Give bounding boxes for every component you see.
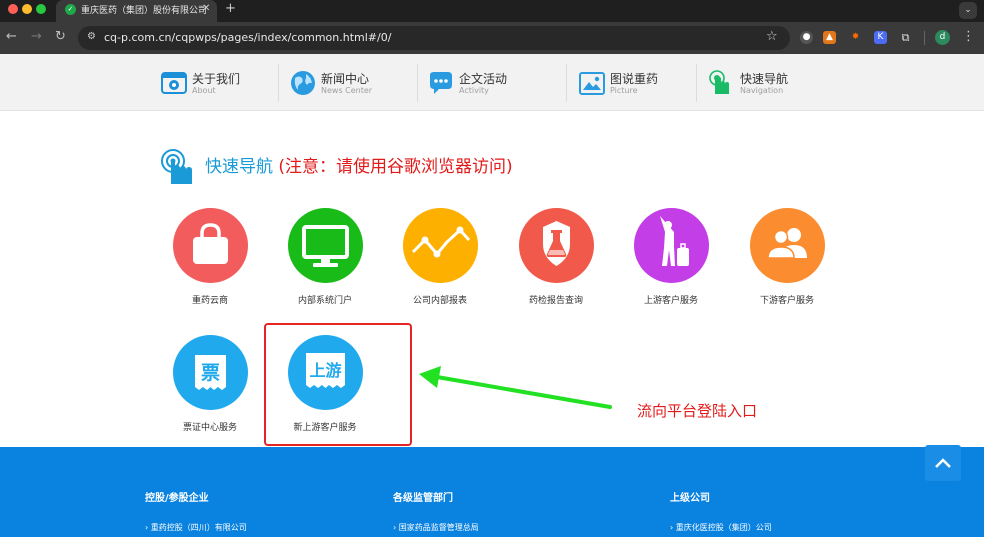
monitor-icon xyxy=(302,225,349,267)
zoom-window-button[interactable] xyxy=(36,4,46,14)
service-label[interactable]: 重药云商 xyxy=(152,293,268,306)
annotation-label: 流向平台登陆入口 xyxy=(637,402,758,420)
url-text[interactable]: cq-p.com.cn/cqpwps/pages/index/common.ht… xyxy=(104,31,391,44)
about-icon xyxy=(161,72,187,94)
service-label[interactable]: 公司内部报表 xyxy=(382,293,498,306)
site-favicon-icon: ✓ xyxy=(65,4,76,15)
bookmark-star-icon[interactable]: ☆ xyxy=(766,29,778,44)
star-extension-icon[interactable]: ✸ xyxy=(849,31,862,44)
toolbar-separator xyxy=(924,31,925,45)
fox-extension-icon[interactable]: ▲ xyxy=(823,31,836,44)
circle-extension-icon[interactable]: ● xyxy=(800,31,813,44)
nav-sublabel: Picture xyxy=(610,86,638,95)
footer-link-text[interactable]: 重药控股（四川）有限公司 xyxy=(151,523,247,532)
reload-icon[interactable]: ↻ xyxy=(55,30,66,44)
line-chart-icon xyxy=(411,226,471,258)
globe-icon xyxy=(291,71,315,95)
nav-label: 关于我们 xyxy=(192,72,241,86)
footer-link[interactable]: › 重药控股（四川）有限公司 xyxy=(145,522,247,533)
footer-heading-regulators: 各级监管部门 xyxy=(393,493,453,504)
quick-nav-heading: 快速导航 xyxy=(205,157,273,177)
users-icon xyxy=(767,228,807,259)
service-icon-circle[interactable] xyxy=(519,208,594,283)
browser-menu-icon[interactable]: ⋮ xyxy=(962,29,975,44)
nav-label: 图说重药 xyxy=(610,72,659,86)
nav-label: 快速导航 xyxy=(740,72,789,86)
annotation-arrow-icon xyxy=(419,366,612,409)
nav-divider xyxy=(566,64,567,102)
footer-link[interactable]: › 重庆化医控股（集团）公司 xyxy=(670,522,772,533)
footer-link-text[interactable]: 国家药品监督管理总局 xyxy=(399,523,479,532)
scroll-to-top-button[interactable] xyxy=(925,445,961,481)
nav-sublabel: About xyxy=(192,86,216,95)
service-label[interactable]: 药检报告查询 xyxy=(498,293,614,306)
nav-divider xyxy=(278,64,279,102)
forward-arrow-icon[interactable]: → xyxy=(31,30,42,44)
flask-icon xyxy=(543,221,570,266)
nav-divider xyxy=(417,64,418,102)
service-label[interactable]: 内部系统门户 xyxy=(267,293,383,306)
service-icon-circle[interactable] xyxy=(403,208,478,283)
address-bar[interactable]: ⚙ cq-p.com.cn/cqpwps/pages/index/common.… xyxy=(78,26,790,50)
browser-notice: (注意：请使用谷歌浏览器访问) xyxy=(278,157,513,177)
footer-heading-subsidiaries: 控股/参股企业 xyxy=(145,493,209,504)
touch-navigation-icon xyxy=(161,149,192,184)
chevron-up-icon xyxy=(935,458,951,468)
highlight-box xyxy=(264,323,412,446)
nav-sublabel: Activity xyxy=(459,86,489,95)
close-window-button[interactable] xyxy=(8,4,18,14)
back-arrow-icon[interactable]: ← xyxy=(6,30,17,44)
ticket-icon: 票 xyxy=(195,355,226,390)
browser-tab[interactable]: ✓ 重庆医药（集团）股份有限公司 ✕ xyxy=(56,0,217,22)
nav-sublabel: News Center xyxy=(321,86,373,95)
minimize-window-button[interactable] xyxy=(22,4,32,14)
nav-label: 新闻中心 xyxy=(321,72,370,86)
footer-link[interactable]: › 国家药品监督管理总局 xyxy=(393,522,479,533)
browser-toolbar: ← → ↻ ⚙ cq-p.com.cn/cqpwps/pages/index/c… xyxy=(0,22,984,54)
shopping-bag-icon xyxy=(193,223,228,264)
service-icon-circle[interactable]: 票 xyxy=(173,335,248,410)
tab-title: 重庆医药（集团）股份有限公司 xyxy=(81,6,208,16)
chat-bubble-icon xyxy=(430,72,452,94)
service-icon-circle[interactable] xyxy=(634,208,709,283)
footer-heading-parent-company: 上级公司 xyxy=(670,493,710,504)
traveler-icon xyxy=(660,216,689,266)
service-label[interactable]: 票证中心服务 xyxy=(152,420,268,433)
profile-avatar[interactable]: d xyxy=(935,30,950,45)
new-tab-icon[interactable]: + xyxy=(225,1,236,16)
service-icon-circle[interactable] xyxy=(750,208,825,283)
tab-close-icon[interactable]: ✕ xyxy=(202,3,210,14)
service-icon-circle[interactable] xyxy=(288,208,363,283)
nav-label: 企文活动 xyxy=(459,72,508,86)
tab-search-chevron-icon[interactable]: ⌄ xyxy=(959,2,977,19)
puzzle-extensions-icon[interactable]: ⧉ xyxy=(899,31,912,44)
site-settings-icon[interactable]: ⚙ xyxy=(87,31,96,42)
site-top-nav: 关于我们 About 新闻中心 News Center 企文活动 Activit… xyxy=(0,54,984,111)
service-label[interactable]: 上游客户服务 xyxy=(613,293,729,306)
browser-tab-bar: ✓ 重庆医药（集团）股份有限公司 ✕ + ⌄ xyxy=(0,0,984,22)
service-label[interactable]: 下游客户服务 xyxy=(729,293,845,306)
svg-text:票: 票 xyxy=(201,362,220,384)
service-icon-circle[interactable] xyxy=(173,208,248,283)
picture-icon xyxy=(579,72,605,95)
quick-nav-title: 快速导航 (注意：请使用谷歌浏览器访问) xyxy=(205,152,513,177)
footer-link-text[interactable]: 重庆化医控股（集团）公司 xyxy=(676,523,772,532)
nav-divider xyxy=(696,64,697,102)
touch-navigation-icon xyxy=(709,70,729,94)
nav-sublabel: Navigation xyxy=(740,86,784,95)
k-extension-icon[interactable]: K xyxy=(874,31,887,44)
